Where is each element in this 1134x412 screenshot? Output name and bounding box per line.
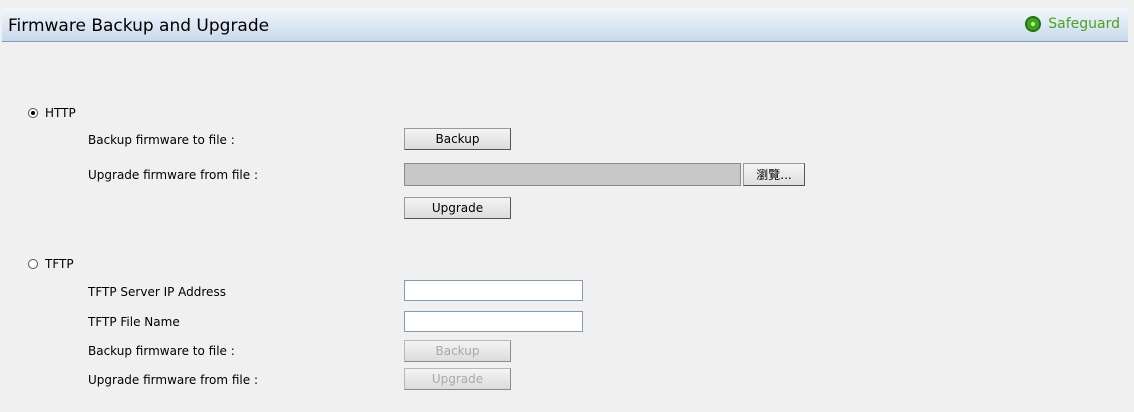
http-upgrade-button[interactable]: Upgrade [404,197,511,219]
tftp-server-ip-input[interactable] [404,280,583,301]
http-radio-option[interactable]: HTTP [28,106,76,120]
firmware-file-input[interactable] [404,163,741,186]
http-upgrade-label: Upgrade firmware from file : [88,168,258,182]
http-radio-label: HTTP [45,106,76,120]
tftp-radio-label: TFTP [45,257,74,271]
safeguard-label: Safeguard [1048,16,1120,32]
tftp-file-name-label: TFTP File Name [88,315,180,329]
tftp-radio-option[interactable]: TFTP [28,257,74,271]
safeguard-status-icon [1025,16,1042,32]
tftp-backup-button[interactable]: Backup [404,340,511,362]
page-title: Firmware Backup and Upgrade [8,16,270,36]
http-backup-label: Backup firmware to file : [88,133,235,147]
http-backup-button[interactable]: Backup [404,128,511,150]
tftp-file-name-input[interactable] [404,311,583,332]
browse-button[interactable]: 瀏覽... [743,163,805,186]
tftp-upgrade-label: Upgrade firmware from file : [88,373,258,387]
tftp-backup-label: Backup firmware to file : [88,344,235,358]
firmware-panel: Firmware Backup and Upgrade Safeguard HT… [0,0,1134,412]
title-bar: Firmware Backup and Upgrade Safeguard [2,8,1128,42]
tftp-radio[interactable] [28,259,38,269]
tftp-server-ip-label: TFTP Server IP Address [88,285,226,299]
tftp-upgrade-button[interactable]: Upgrade [404,368,511,390]
http-radio[interactable] [28,108,38,118]
safeguard-indicator[interactable]: Safeguard [1025,16,1120,32]
